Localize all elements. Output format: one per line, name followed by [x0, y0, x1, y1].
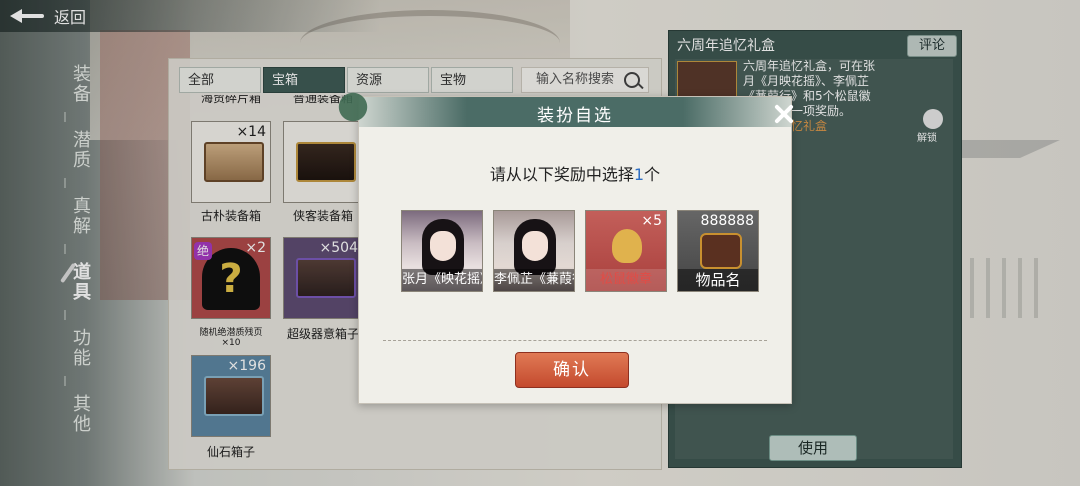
- reward-label: 松鼠徽章: [586, 269, 666, 291]
- prompt-count: 1: [633, 165, 645, 184]
- portrait-face: [430, 231, 456, 261]
- reward-label: 物品名: [678, 269, 758, 291]
- reward-count: 888888: [700, 213, 754, 229]
- armor-item-icon: [700, 233, 742, 269]
- reward-label: 张月《映花摇》: [402, 269, 482, 291]
- close-icon[interactable]: [769, 99, 799, 129]
- confirm-button[interactable]: 确认: [515, 352, 629, 388]
- portrait-face: [522, 231, 548, 261]
- reward-option-item[interactable]: 888888 物品名: [677, 210, 759, 292]
- modal-header: 装扮自选: [359, 97, 791, 127]
- modal-prompt: 请从以下奖励中选择1个: [359, 161, 791, 185]
- prompt-prefix: 请从以下奖励中选择: [489, 165, 634, 184]
- reward-count: ×5: [641, 213, 662, 229]
- reward-label: 李佩芷《蒹葭行》: [494, 269, 574, 291]
- squirrel-badge-icon: [612, 229, 642, 263]
- modal-title: 装扮自选: [537, 106, 613, 126]
- bamboo-decoration-icon: [335, 87, 395, 127]
- prompt-suffix: 个: [644, 165, 661, 184]
- reward-option-zhangyue[interactable]: 张月《映花摇》: [401, 210, 483, 292]
- modal-divider: [383, 340, 767, 341]
- outfit-select-modal: 装扮自选 请从以下奖励中选择1个 张月《映花摇》 李佩芷《蒹葭行》 ×5 松鼠徽…: [335, 87, 792, 404]
- reward-option-squirrel-badge[interactable]: ×5 松鼠徽章: [585, 210, 667, 292]
- reward-option-lipeizhi[interactable]: 李佩芷《蒹葭行》: [493, 210, 575, 292]
